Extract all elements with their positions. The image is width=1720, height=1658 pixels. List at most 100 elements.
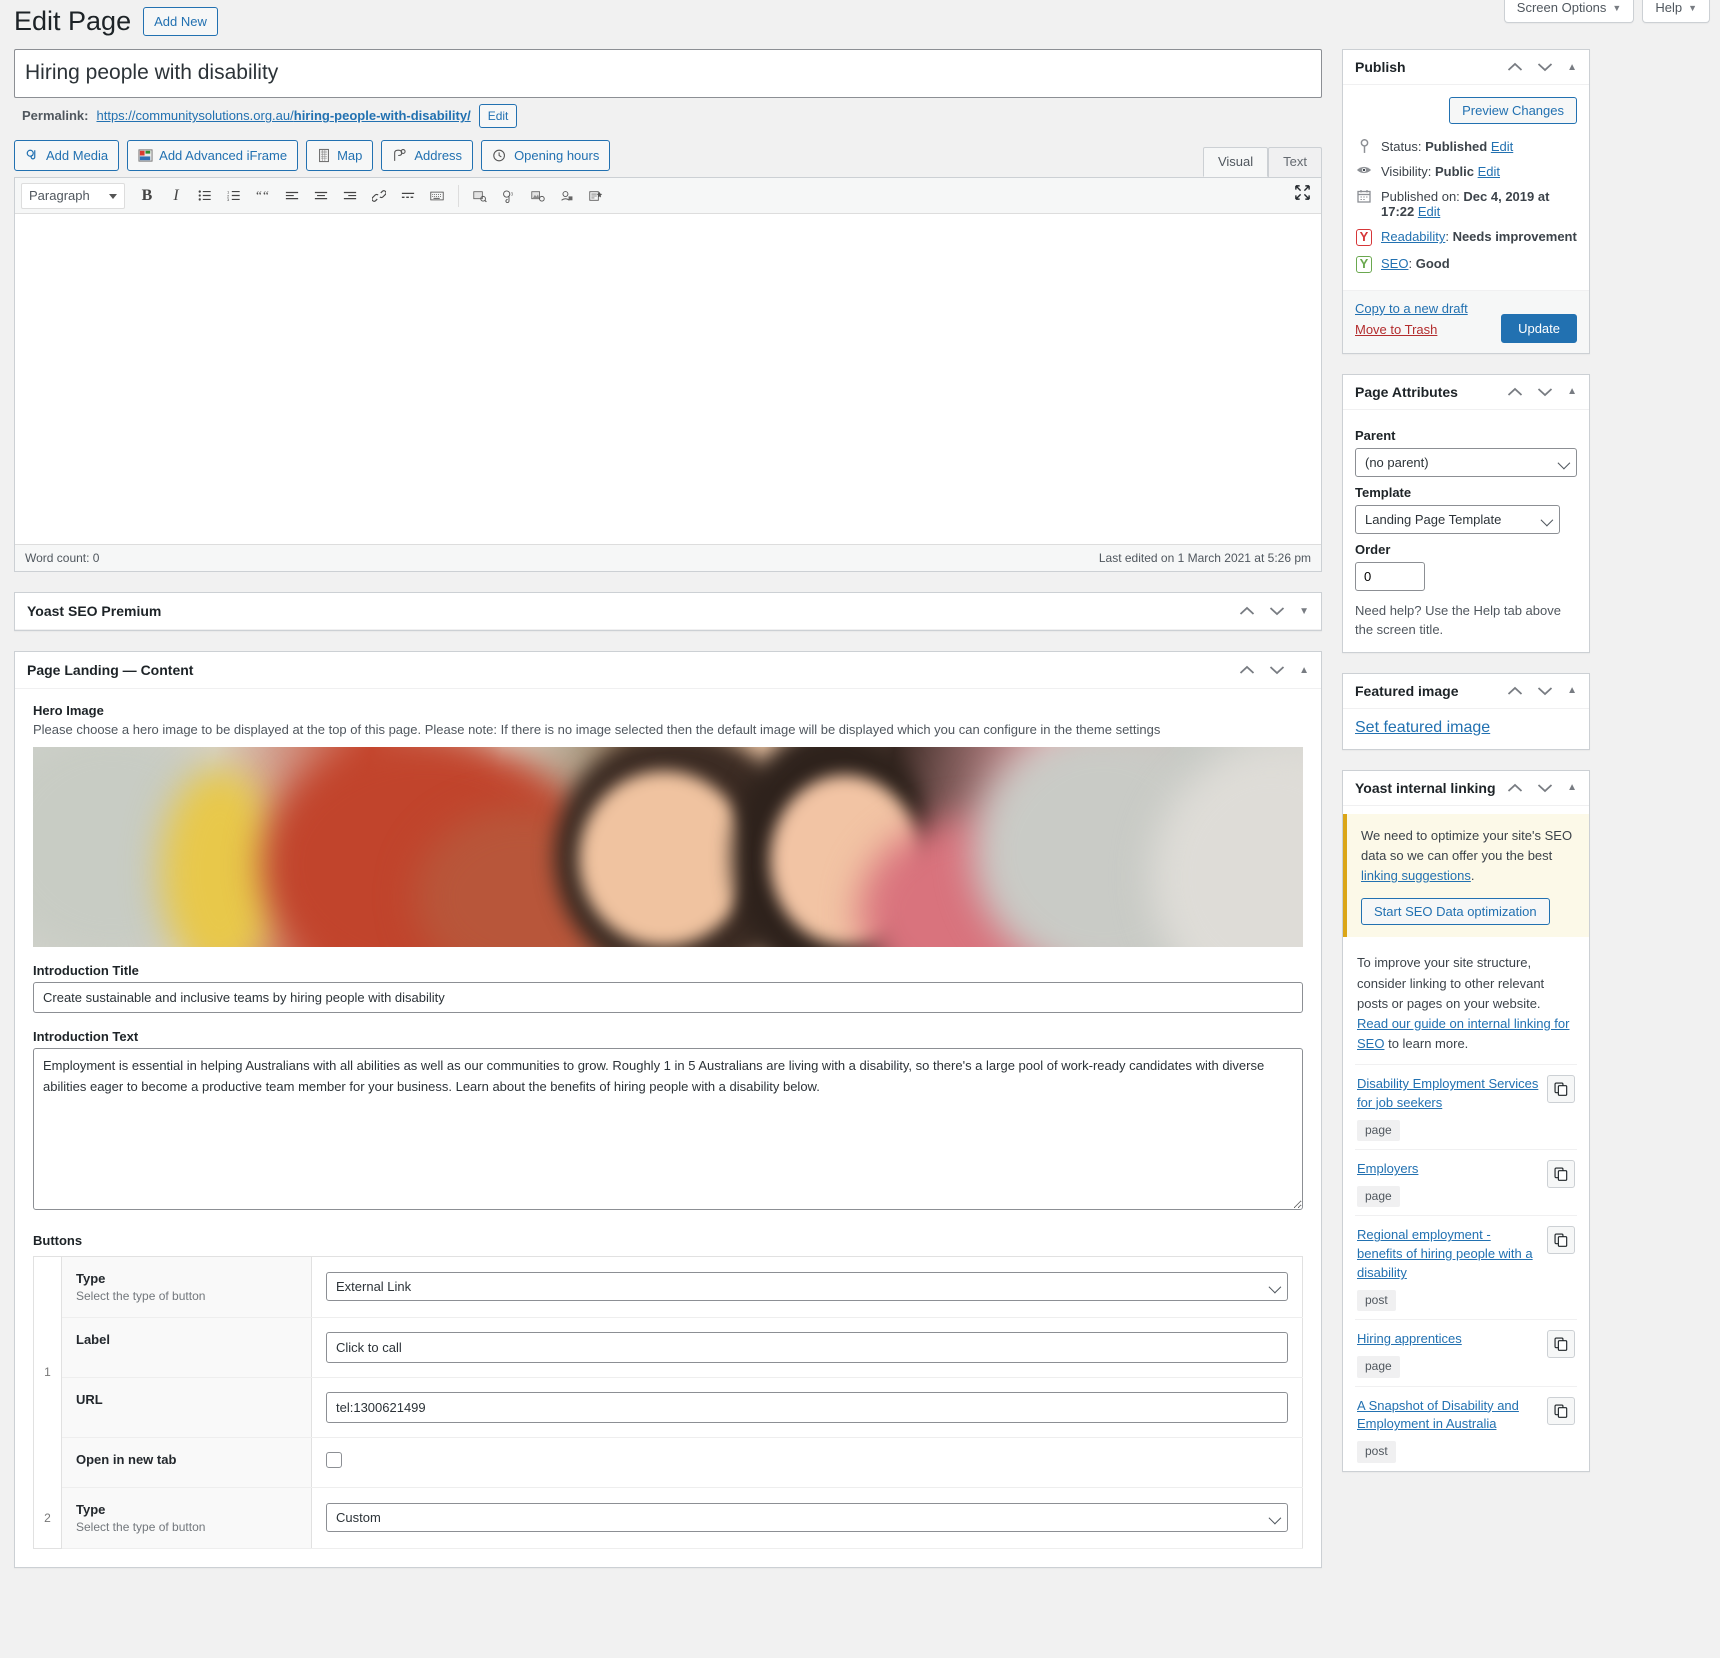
post-title-input[interactable] bbox=[15, 50, 1321, 97]
page-attributes-header[interactable]: Page Attributes ▲ bbox=[1343, 375, 1589, 410]
read-more-icon[interactable] bbox=[395, 183, 421, 209]
row1-label-input[interactable] bbox=[326, 1331, 1288, 1363]
parent-select[interactable]: (no parent) bbox=[1355, 447, 1577, 477]
hero-image-preview[interactable] bbox=[33, 747, 1303, 948]
map-button[interactable]: Map bbox=[306, 140, 374, 172]
bulleted-list-icon[interactable] bbox=[192, 183, 218, 209]
toggle-panel-icon[interactable]: ▲ bbox=[1299, 665, 1309, 676]
visibility-value: Public bbox=[1434, 164, 1474, 180]
bold-icon[interactable]: B bbox=[134, 183, 160, 209]
move-down-icon[interactable] bbox=[1537, 62, 1553, 72]
toggle-panel-icon[interactable]: ▲ bbox=[1567, 62, 1577, 73]
move-up-icon[interactable] bbox=[1239, 606, 1255, 616]
move-to-trash-link[interactable]: Move to Trash bbox=[1355, 322, 1468, 337]
set-featured-image-link[interactable]: Set featured image bbox=[1355, 719, 1490, 736]
toggle-panel-icon[interactable]: ▲ bbox=[1567, 685, 1577, 696]
template-select-wrap: Landing Page Template bbox=[1355, 504, 1560, 534]
edit-permalink-button[interactable]: Edit bbox=[478, 103, 518, 129]
start-seo-data-optimization-button[interactable]: Start SEO Data optimization bbox=[1361, 898, 1550, 926]
featured-image-header[interactable]: Featured image ▲ bbox=[1343, 674, 1589, 709]
suggested-link[interactable]: Regional employment - benefits of hiring… bbox=[1357, 1227, 1533, 1280]
row2-type-select[interactable]: Custom bbox=[326, 1503, 1288, 1533]
metabox-header[interactable]: Page Landing — Content ▲ bbox=[15, 652, 1321, 690]
move-down-icon[interactable] bbox=[1537, 387, 1553, 397]
metabox-title: Yoast SEO Premium bbox=[27, 603, 162, 620]
insert-snippet-icon[interactable] bbox=[467, 183, 493, 209]
introduction-title-input[interactable] bbox=[33, 982, 1303, 1014]
toggle-panel-icon[interactable]: ▲ bbox=[1567, 386, 1577, 397]
move-down-icon[interactable] bbox=[1537, 783, 1553, 793]
copy-link-icon[interactable] bbox=[1547, 1226, 1575, 1255]
metabox-actions: ▲ bbox=[1239, 665, 1309, 676]
suggested-link[interactable]: A Snapshot of Disability and Employment … bbox=[1357, 1398, 1519, 1432]
numbered-list-icon[interactable]: 123 bbox=[221, 183, 247, 209]
align-right-icon[interactable] bbox=[337, 183, 363, 209]
copy-link-icon[interactable] bbox=[1547, 1160, 1575, 1189]
seo-link[interactable]: SEO bbox=[1381, 256, 1408, 271]
preview-changes-button[interactable]: Preview Changes bbox=[1449, 97, 1577, 125]
yoast-linking-header[interactable]: Yoast internal linking ▲ bbox=[1343, 771, 1589, 806]
fullscreen-icon[interactable] bbox=[1294, 184, 1311, 206]
opening-hours-button[interactable]: Opening hours bbox=[481, 140, 611, 172]
suggested-link[interactable]: Hiring apprentices bbox=[1357, 1331, 1462, 1346]
move-up-icon[interactable] bbox=[1239, 665, 1255, 675]
insert-contact-icon[interactable] bbox=[554, 183, 580, 209]
format-select[interactable]: Paragraph bbox=[21, 182, 125, 209]
copy-link-icon[interactable] bbox=[1547, 1330, 1575, 1359]
move-down-icon[interactable] bbox=[1269, 665, 1285, 675]
row-order-number: 2 bbox=[33, 1487, 62, 1549]
status-edit-link[interactable]: Edit bbox=[1491, 139, 1513, 154]
tab-text[interactable]: Text bbox=[1268, 147, 1322, 178]
editor-content-area[interactable] bbox=[15, 214, 1321, 545]
update-button[interactable]: Update bbox=[1501, 313, 1577, 343]
add-new-button[interactable]: Add New bbox=[143, 6, 218, 37]
row1-url-input[interactable] bbox=[326, 1391, 1288, 1423]
move-up-icon[interactable] bbox=[1507, 686, 1523, 696]
template-select[interactable]: Landing Page Template bbox=[1355, 504, 1560, 534]
row1-type-select[interactable]: External Link bbox=[326, 1272, 1288, 1302]
copy-link-icon[interactable] bbox=[1547, 1075, 1575, 1104]
insert-gallery-icon[interactable] bbox=[525, 183, 551, 209]
address-button[interactable]: Address bbox=[381, 140, 474, 172]
move-down-icon[interactable] bbox=[1269, 606, 1285, 616]
insert-form-icon[interactable] bbox=[583, 183, 609, 209]
sidebar: Publish ▲ Preview Changes Status: Publis… bbox=[1342, 49, 1590, 1492]
help-tab[interactable]: Help ▼ bbox=[1642, 0, 1710, 23]
move-down-icon[interactable] bbox=[1537, 686, 1553, 696]
publish-box-header[interactable]: Publish ▲ bbox=[1343, 50, 1589, 86]
move-up-icon[interactable] bbox=[1507, 62, 1523, 72]
tab-visual[interactable]: Visual bbox=[1202, 147, 1269, 178]
introduction-text-textarea[interactable]: Employment is essential in helping Austr… bbox=[33, 1048, 1303, 1210]
align-left-icon[interactable] bbox=[279, 183, 305, 209]
screen-options-tab[interactable]: Screen Options ▼ bbox=[1503, 0, 1635, 23]
toggle-panel-icon[interactable]: ▲ bbox=[1567, 782, 1577, 793]
link-icon[interactable] bbox=[366, 183, 392, 209]
order-input[interactable] bbox=[1355, 561, 1425, 591]
italic-icon[interactable]: I bbox=[163, 183, 189, 209]
status-value: Published bbox=[1425, 139, 1488, 155]
suggested-link[interactable]: Employers bbox=[1357, 1161, 1418, 1176]
move-up-icon[interactable] bbox=[1507, 783, 1523, 793]
align-center-icon[interactable] bbox=[308, 183, 334, 209]
copy-link-icon[interactable] bbox=[1547, 1396, 1575, 1425]
insert-table-icon[interactable]: 3 bbox=[496, 183, 522, 209]
permalink-link[interactable]: https://communitysolutions.org.au/hiring… bbox=[96, 108, 470, 123]
row1-url-label: URL bbox=[76, 1391, 103, 1407]
row1-open-in-new-tab-checkbox[interactable] bbox=[326, 1451, 342, 1468]
metabox-header[interactable]: Yoast SEO Premium ▼ bbox=[15, 593, 1321, 631]
readability-value: Needs improvement bbox=[1452, 229, 1577, 245]
toggle-panel-icon[interactable]: ▼ bbox=[1299, 606, 1309, 617]
add-media-button[interactable]: Add Media bbox=[14, 140, 120, 172]
readability-link[interactable]: Readability bbox=[1381, 229, 1445, 244]
linking-suggestions-link[interactable]: linking suggestions bbox=[1361, 868, 1471, 883]
keyboard-shortcuts-icon[interactable] bbox=[424, 183, 450, 209]
add-advanced-iframe-button[interactable]: Add Advanced iFrame bbox=[127, 140, 299, 172]
visibility-edit-link[interactable]: Edit bbox=[1478, 164, 1500, 179]
copy-to-new-draft-link[interactable]: Copy to a new draft bbox=[1355, 301, 1468, 316]
permalink-slug: hiring-people-with-disability/ bbox=[293, 108, 471, 124]
move-up-icon[interactable] bbox=[1507, 387, 1523, 397]
published-on-edit-link[interactable]: Edit bbox=[1418, 204, 1440, 219]
blockquote-icon[interactable]: ““ bbox=[250, 183, 276, 209]
suggested-link[interactable]: Disability Employment Services for job s… bbox=[1357, 1076, 1538, 1110]
page-attributes-box: Page Attributes ▲ Parent (no parent) Tem… bbox=[1342, 373, 1590, 653]
